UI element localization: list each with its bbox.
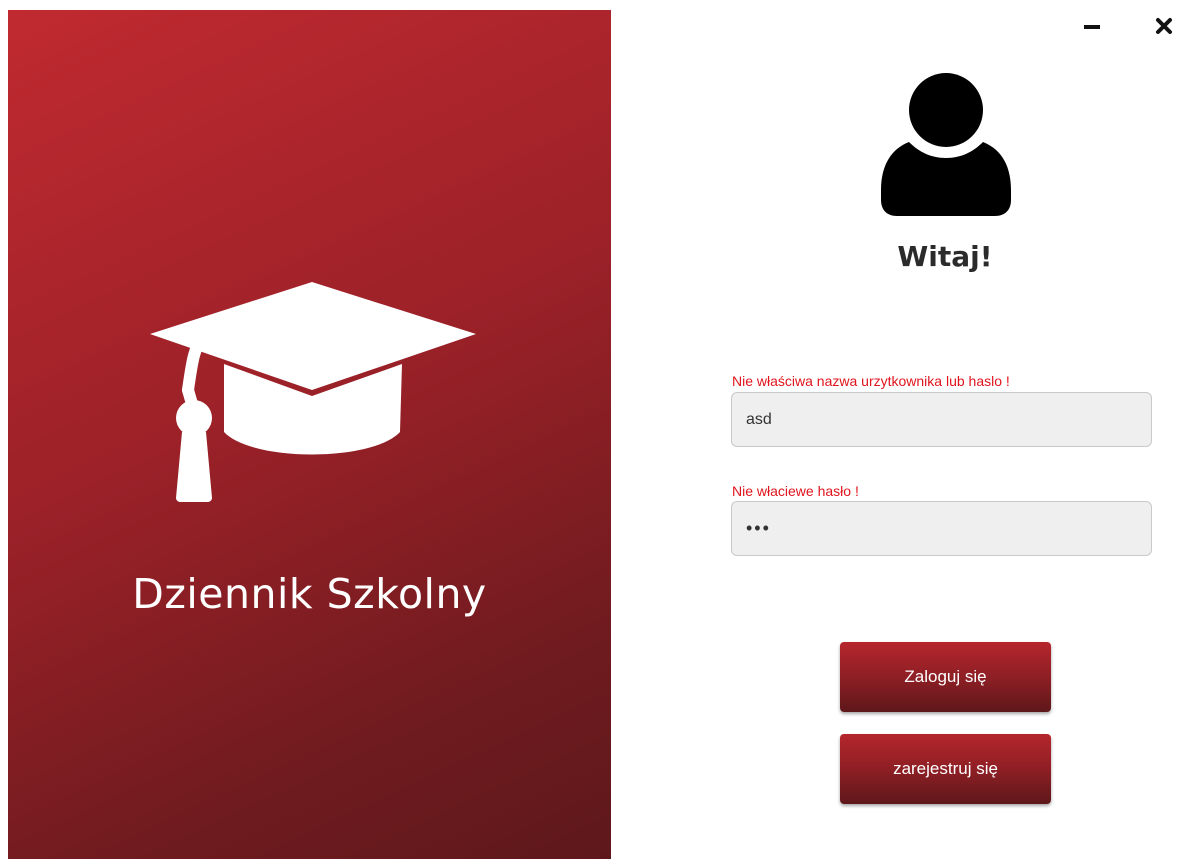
app-title: Dziennik Szkolny [132,570,487,618]
user-icon [881,73,1011,216]
close-icon[interactable] [1152,14,1176,38]
minimize-icon[interactable] [1080,14,1104,38]
password-error-message: Nie właciewe hasło ! [732,483,859,499]
greeting-heading: Witaj! [897,240,993,273]
login-button[interactable]: Zaloguj się [840,642,1051,712]
graduation-cap-icon [150,282,476,502]
username-error-message: Nie właściwa nazwa urzytkownika lub hasl… [732,373,1010,389]
password-input[interactable] [731,501,1152,556]
username-input[interactable] [731,392,1152,447]
login-window: Dziennik Szkolny Witaj! Nie właściwa naz… [0,0,1188,859]
window-controls [1028,10,1188,40]
register-button[interactable]: zarejestruj się [840,734,1051,804]
branding-panel: Dziennik Szkolny [8,10,611,859]
